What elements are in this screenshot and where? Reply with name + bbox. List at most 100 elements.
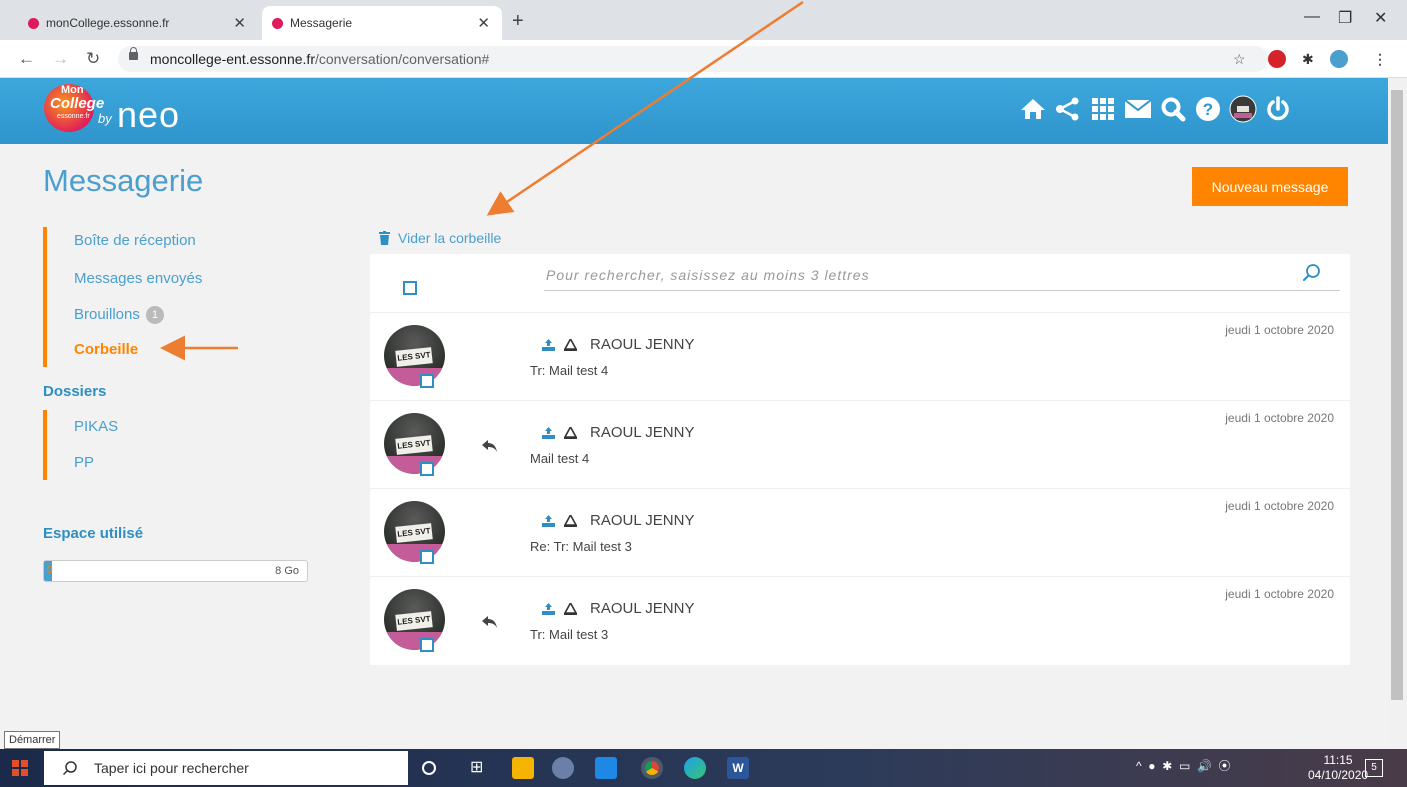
taskbar-search-placeholder: Taper ici pour rechercher [94,760,249,776]
clock-date: 04/10/2020 [1308,768,1369,782]
message-sender: RAOUL JENNY [590,600,695,617]
back-icon[interactable]: ← [18,49,35,69]
adblock-icon[interactable] [1268,50,1286,68]
avatar-icon[interactable] [1228,94,1258,124]
start-tooltip: Démarrer [4,731,61,749]
app-icon[interactable] [552,757,574,779]
message-row[interactable]: LES SVT RAOUL JENNY Tr: Mail test 4 jeudi 1… [370,312,1350,400]
message-sender: RAOUL JENNY [590,336,695,353]
reload-icon[interactable]: ↻ [86,49,100,69]
svg-text:?: ? [1203,100,1213,119]
lock-icon [129,47,138,60]
message-checkbox[interactable] [420,374,434,388]
search-icon[interactable] [1302,263,1322,288]
reply-icon [482,439,498,457]
outbox-icon [542,339,555,351]
restore-icon[interactable]: ❐ [1338,8,1352,28]
avatar-sign: LES SVT [395,523,433,543]
message-row[interactable]: LES SVT RAOUL JENNY Tr: Mail test 3 jeudi 1… [370,576,1350,664]
message-checkbox[interactable] [420,462,434,476]
bookmark-star-icon[interactable]: ☆ [1233,51,1246,68]
sender-avatar: LES SVT [384,325,445,386]
message-sender: RAOUL JENNY [590,424,695,441]
select-all-checkbox[interactable] [403,281,417,295]
cortana-icon[interactable] [422,761,436,775]
folder-item-pikas[interactable]: PIKAS [74,418,118,435]
recipient-icons [542,515,577,527]
tab-close-icon[interactable]: ✕ [477,14,490,32]
help-icon[interactable]: ? [1193,94,1223,124]
folder-item-pp[interactable]: PP [74,454,94,471]
message-checkbox[interactable] [420,550,434,564]
tab-favicon-icon [272,18,283,29]
folders-heading: Dossiers [43,383,107,400]
windows-taskbar: Taper ici pour rechercher ⊞ W ^ ● ✱ ▭ 🔊 … [0,749,1407,787]
outbox-icon [542,515,555,527]
minimize-icon[interactable]: — [1304,8,1320,26]
mail-icon[interactable] [1123,94,1153,124]
storage-min-label: 0 [47,565,53,576]
apps-grid-icon[interactable] [1088,94,1118,124]
sidebar-item-inbox[interactable]: Boîte de réception [74,232,196,249]
taskbar-clock[interactable]: 11:15 04/10/2020 [1308,753,1368,783]
browser-tab-active[interactable]: Messagerie ✕ [262,6,502,40]
sidebar-item-sent[interactable]: Messages envoyés [74,270,202,287]
new-message-button[interactable]: Nouveau message [1192,167,1348,206]
storage-usage-bar: 0 8 Go [43,560,308,582]
message-list: LES SVT RAOUL JENNY Tr: Mail test 4 jeudi 1… [370,254,1350,665]
logo-text: neo [117,94,181,135]
message-date: jeudi 1 octobre 2020 [1225,587,1334,601]
task-view-icon[interactable]: ⊞ [470,757,492,779]
windows-start-icon[interactable] [12,760,28,776]
avatar-sign: LES SVT [395,347,433,367]
close-window-icon[interactable]: ✕ [1374,8,1387,28]
tab-title: Messagerie [290,16,353,30]
message-row[interactable]: LES SVT RAOUL JENNY Re: Tr: Mail test 3 jeu… [370,488,1350,576]
search-icon [62,761,77,776]
file-explorer-icon[interactable] [512,757,534,779]
store-icon[interactable] [595,757,617,779]
message-checkbox[interactable] [420,638,434,652]
home-icon[interactable] [1018,94,1048,124]
message-date: jeudi 1 octobre 2020 [1225,323,1334,337]
avatar-bench [384,544,445,562]
logo-text: essonne.fr [57,113,90,120]
taskbar-search-box[interactable]: Taper ici pour rechercher [44,751,408,785]
system-tray[interactable]: ^ ● ✱ ▭ 🔊 ⦿ [1136,757,1231,774]
outbox-icon [542,427,555,439]
search-underline [544,290,1340,291]
edge-icon[interactable] [684,757,706,779]
new-tab-button[interactable]: + [512,10,524,33]
share-icon[interactable] [1053,94,1083,124]
page-scrollbar[interactable] [1388,78,1407,749]
word-icon[interactable]: W [727,757,749,779]
logo-text: by [98,111,112,126]
browser-tab[interactable]: monCollege.essonne.fr ✕ [18,6,258,40]
search-icon[interactable] [1158,94,1188,124]
sidebar-item-label: Brouillons [74,306,140,323]
avatar-bench [384,456,445,474]
menu-icon[interactable]: ⋮ [1373,51,1387,68]
extensions-icon[interactable]: ✱ [1302,51,1314,68]
empty-trash-button[interactable]: Vider la corbeille [379,230,501,246]
scrollbar-thumb[interactable] [1391,90,1403,700]
profile-icon[interactable] [1330,50,1348,68]
forward-icon[interactable]: → [52,49,69,69]
notifications-icon[interactable]: 5 [1365,759,1383,777]
page-title: Messagerie [43,163,204,198]
sidebar-item-trash[interactable]: Corbeille [74,341,138,358]
chrome-icon[interactable] [641,757,663,779]
avatar-sign: LES SVT [395,611,433,631]
sender-avatar: LES SVT [384,589,445,650]
storage-max-label: 8 Go [275,565,299,577]
search-input[interactable] [546,263,1286,287]
tab-close-icon[interactable]: ✕ [233,14,246,32]
power-icon[interactable] [1263,94,1293,124]
url-field[interactable]: moncollege-ent.essonne.fr/conversation/c… [118,46,1268,72]
avatar-bench [384,632,445,650]
sidebar-item-drafts[interactable]: Brouillons 1 [74,306,164,324]
recipient-icon [564,603,577,615]
empty-trash-label: Vider la corbeille [398,230,502,246]
message-row[interactable]: LES SVT RAOUL JENNY Mail test 4 jeudi 1 oct… [370,400,1350,488]
avatar-bench [384,368,445,386]
